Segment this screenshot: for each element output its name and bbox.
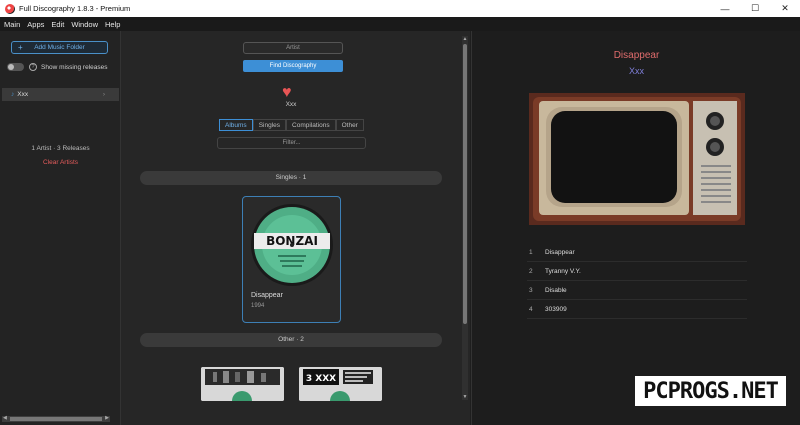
release-card-title: Disappear xyxy=(251,292,283,299)
release-card-year: 1994 xyxy=(251,303,265,309)
chevron-right-icon: › xyxy=(102,91,105,98)
other-cover-art-2: 3 XXX xyxy=(299,367,382,401)
artist-input[interactable]: Artist xyxy=(243,42,343,54)
release-card-disappear[interactable]: BONZAI Disappear 1994 xyxy=(242,196,341,323)
track-title: Disappear xyxy=(545,248,575,256)
menu-help[interactable]: Help xyxy=(105,20,120,29)
menu-bar: Main Apps Edit Window Help xyxy=(0,17,800,31)
other-section-header[interactable]: Other · 2 xyxy=(140,333,442,347)
track-row[interactable]: 3 Disable xyxy=(527,281,747,300)
scrollbar-thumb[interactable] xyxy=(10,417,102,421)
clear-artists-link[interactable]: Clear Artists xyxy=(0,159,121,166)
app-logo-icon xyxy=(5,3,15,14)
watermark-text: PCPROGS.NET xyxy=(635,376,786,406)
heart-icon[interactable]: ♥ xyxy=(282,85,292,101)
add-music-folder-button[interactable]: + Add Music Folder xyxy=(11,41,108,54)
tracklist: 1 Disappear 2 Tyranny V.Y. 3 Disable 4 3… xyxy=(527,243,747,319)
artist-row-label: Xxx xyxy=(17,91,29,98)
release-cover-art xyxy=(529,93,745,225)
track-title: Disable xyxy=(545,286,567,294)
music-note-icon: ♪ xyxy=(11,91,15,98)
menu-window[interactable]: Window xyxy=(71,20,98,29)
find-discography-button[interactable]: Find Discography xyxy=(243,60,343,72)
show-missing-row: ? Show missing releases xyxy=(7,63,107,71)
minimize-button[interactable]: — xyxy=(710,0,740,17)
release-card-other-2[interactable]: 3 XXX xyxy=(299,367,382,401)
release-card-other-1[interactable] xyxy=(201,367,284,401)
maximize-button[interactable]: ☐ xyxy=(740,0,770,17)
close-button[interactable]: ✕ xyxy=(770,0,800,17)
menu-edit[interactable]: Edit xyxy=(51,20,64,29)
release-artist[interactable]: Xxx xyxy=(472,66,800,76)
artist-count-text: 1 Artist · 3 Releases xyxy=(31,145,90,152)
menu-main[interactable]: Main xyxy=(4,20,20,29)
discography-panel: Artist Find Discography ♥ Xxx Albums Sin… xyxy=(121,31,470,425)
vertical-scrollbar-thumb[interactable] xyxy=(463,44,467,324)
track-number: 3 xyxy=(529,286,533,294)
other-cover-art-1 xyxy=(201,367,284,401)
menu-apps[interactable]: Apps xyxy=(27,20,44,29)
track-row[interactable]: 4 303909 xyxy=(527,300,747,319)
scroll-up-icon[interactable]: ▲ xyxy=(462,36,468,42)
window-title: Full Discography 1.8.3 - Premium xyxy=(19,4,131,13)
plus-icon: + xyxy=(18,43,23,52)
sidebar-item-artist[interactable]: ♪ Xxx › xyxy=(2,88,119,101)
help-icon[interactable]: ? xyxy=(29,63,37,71)
artist-name: Xxx xyxy=(285,101,297,108)
vinyl-cover-art: BONZAI xyxy=(250,203,334,287)
scroll-right-icon[interactable]: ▶ xyxy=(105,415,109,421)
tab-singles[interactable]: Singles xyxy=(252,119,287,131)
sidebar: + Add Music Folder ? Show missing releas… xyxy=(0,31,121,425)
show-missing-label: Show missing releases xyxy=(41,63,108,71)
release-type-tabs: Albums Singles Compilations Other xyxy=(219,119,364,131)
track-number: 2 xyxy=(529,267,533,275)
sidebar-horizontal-scrollbar[interactable]: ◀ ▶ xyxy=(2,415,110,422)
scroll-left-icon[interactable]: ◀ xyxy=(3,415,7,421)
track-title: Tyranny V.Y. xyxy=(545,267,581,275)
other-cover-2-text: 3 XXX xyxy=(306,374,336,384)
add-music-folder-label: Add Music Folder xyxy=(34,44,85,51)
release-detail-panel: Disappear Xxx 1 Disappear 2 Tyranny V.Y.… xyxy=(471,31,800,425)
tab-compilations[interactable]: Compilations xyxy=(286,119,336,131)
track-number: 1 xyxy=(529,248,533,256)
window-controls: — ☐ ✕ xyxy=(710,0,800,17)
singles-section-header[interactable]: Singles · 1 xyxy=(140,171,442,185)
filter-input[interactable]: Filter... xyxy=(217,137,366,149)
track-number: 4 xyxy=(529,305,533,313)
tab-other[interactable]: Other xyxy=(335,119,364,131)
tab-albums[interactable]: Albums xyxy=(219,119,253,131)
track-row[interactable]: 2 Tyranny V.Y. xyxy=(527,262,747,281)
discography-vertical-scrollbar[interactable]: ▲ ▼ xyxy=(462,36,468,400)
release-title: Disappear xyxy=(613,50,660,61)
track-row[interactable]: 1 Disappear xyxy=(527,243,747,262)
track-title: 303909 xyxy=(545,305,567,313)
scroll-down-icon[interactable]: ▼ xyxy=(462,394,468,400)
show-missing-toggle[interactable] xyxy=(7,63,24,71)
title-bar: Full Discography 1.8.3 - Premium — ☐ ✕ xyxy=(0,0,800,17)
